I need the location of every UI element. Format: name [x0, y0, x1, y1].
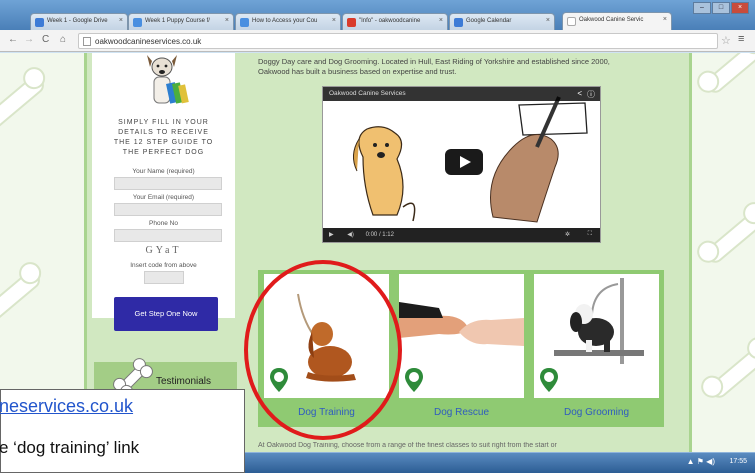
share-icon[interactable]: <	[577, 89, 582, 98]
captcha-input[interactable]	[144, 271, 184, 284]
phone-input[interactable]	[114, 229, 222, 242]
close-window-button[interactable]: ×	[731, 2, 749, 14]
tab-close-icon[interactable]: ×	[439, 17, 443, 24]
video-player[interactable]: Oakwood Canine Services < ⓘ ▶ ◀) 0:00 / …	[322, 86, 601, 243]
promo-text-line: THE 12 STEP GUIDE TO	[113, 139, 214, 146]
tab-google-drive[interactable]: Week 1 - Google Drive ×	[30, 13, 128, 30]
play-icon[interactable]: ▶	[329, 232, 334, 238]
name-input[interactable]	[114, 177, 222, 190]
callout-url: neservices.co.uk	[0, 396, 134, 416]
map-pin-icon	[540, 368, 558, 392]
video-time: 0:00 / 1:12	[365, 232, 394, 238]
minimize-button[interactable]: –	[693, 2, 711, 14]
tab-oakwood-canine[interactable]: Oakwood Canine Servic ×	[562, 12, 672, 30]
card-dog-rescue[interactable]	[399, 274, 524, 398]
browser-tab-bar: Week 1 - Google Drive × Week 1 Puppy Cou…	[0, 0, 755, 30]
name-label: Your Name (required)	[132, 168, 195, 175]
tab-access-course[interactable]: How to Access your Cou ×	[235, 13, 341, 30]
menu-icon[interactable]: ≡	[738, 33, 744, 45]
tab-close-icon[interactable]: ×	[663, 16, 667, 23]
page-icon	[567, 17, 576, 26]
phone-label: Phone No	[149, 220, 178, 227]
bone-decoration	[0, 72, 48, 132]
captcha-code: GYaT	[145, 245, 182, 256]
highlight-circle	[244, 260, 402, 440]
window-controls: – □ ×	[693, 2, 749, 14]
video-controls[interactable]: ▶ ◀) 0:00 / 1:12 ✲ ⛶	[323, 228, 600, 242]
captcha-label: Insert code from above	[130, 262, 197, 269]
forward-arrow-icon[interactable]: →	[24, 34, 34, 45]
card-dog-grooming[interactable]	[534, 274, 659, 398]
signup-sidebar: SIMPLY FILL IN YOUR DETAILS TO RECEIVE T…	[92, 53, 235, 318]
bone-decoration	[706, 342, 755, 402]
tab-gmail-info[interactable]: "Info" - oakwoodcanine ×	[342, 13, 448, 30]
bone-decoration	[702, 207, 755, 267]
fullscreen-icon[interactable]: ⛶	[588, 231, 592, 238]
dog-with-book-illustration	[147, 55, 189, 104]
maximize-button[interactable]: □	[712, 2, 730, 14]
callout-instruction: e ‘dog training’ link	[0, 438, 140, 457]
annotation-callout: neservices.co.uk e ‘dog training’ link	[0, 389, 245, 473]
volume-icon[interactable]: ◀)	[347, 232, 354, 238]
bone-decoration	[0, 267, 44, 327]
home-icon[interactable]: ⌂	[60, 34, 66, 45]
bone-decoration	[702, 53, 755, 97]
video-title: Oakwood Canine Services	[323, 87, 600, 101]
promo-text-line: SIMPLY FILL IN YOUR	[118, 119, 209, 126]
tab-close-icon[interactable]: ×	[332, 17, 336, 24]
taskbar: ▲ ⚑ ◀) 17:55	[245, 452, 755, 473]
play-button[interactable]	[445, 149, 483, 175]
footer-text: At Oakwood Dog Training, choose from a r…	[258, 442, 557, 449]
tray-icons[interactable]: ▲ ⚑ ◀)	[687, 457, 715, 466]
settings-icon[interactable]: ✲	[565, 231, 570, 238]
email-label: Your Email (required)	[132, 194, 195, 201]
map-pin-icon	[405, 368, 423, 392]
clock: 17:55	[729, 458, 747, 465]
tab-close-icon[interactable]: ×	[119, 17, 123, 24]
get-step-one-button[interactable]: Get Step One Now	[114, 297, 218, 331]
promo-text-line: DETAILS TO RECEIVE	[118, 129, 209, 136]
dog-grooming-link[interactable]: Dog Grooming	[534, 407, 659, 418]
tab-google-calendar[interactable]: Google Calendar ×	[449, 13, 555, 30]
tab-close-icon[interactable]: ×	[225, 17, 229, 24]
screen: Week 1 - Google Drive × Week 1 Puppy Cou…	[0, 0, 755, 473]
address-bar: ← → C ⌂ oakwoodcanineservices.co.uk ☆ ≡	[0, 30, 755, 52]
tab-close-icon[interactable]: ×	[546, 17, 550, 24]
gmail-icon	[347, 18, 356, 27]
drive-icon	[35, 18, 44, 27]
calendar-icon	[454, 18, 463, 27]
dog-rescue-link[interactable]: Dog Rescue	[399, 407, 524, 418]
page-icon	[240, 18, 249, 27]
url-field[interactable]: oakwoodcanineservices.co.uk	[78, 33, 718, 49]
reload-icon[interactable]: C	[42, 34, 49, 45]
testimonials-label: Testimonials	[156, 376, 212, 387]
intro-text: Doggy Day care and Dog Grooming. Located…	[258, 57, 610, 76]
info-icon[interactable]: ⓘ	[587, 89, 595, 100]
page-icon	[133, 18, 142, 27]
bookmark-star-icon[interactable]: ☆	[721, 34, 731, 47]
tab-puppy-course[interactable]: Week 1 Puppy Course f/ ×	[128, 13, 234, 30]
promo-text-line: THE PERFECT DOG	[122, 149, 205, 156]
back-arrow-icon[interactable]: ←	[8, 34, 18, 45]
email-input[interactable]	[114, 203, 222, 216]
page-icon	[83, 37, 91, 46]
